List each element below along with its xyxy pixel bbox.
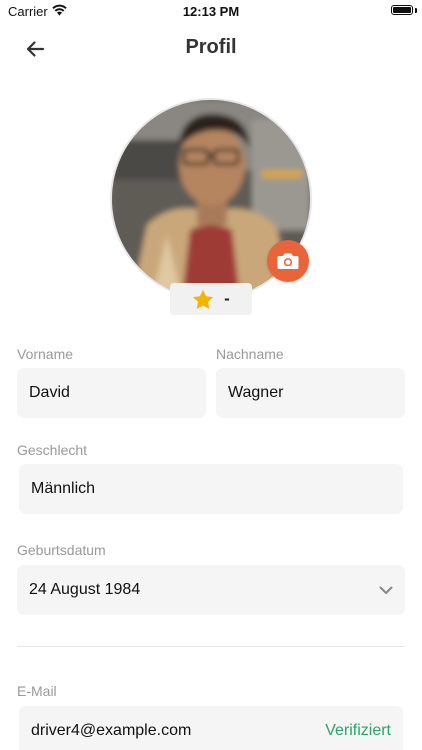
status-bar: Carrier 12:13 PM — [0, 0, 422, 24]
first-name-value: David — [29, 384, 70, 401]
gender-value: Männlich — [31, 480, 96, 497]
page-title: Profil — [185, 36, 237, 58]
rating-value: - — [224, 289, 230, 308]
last-name-field[interactable]: Wagner — [216, 368, 405, 418]
rating-badge: - — [170, 283, 252, 315]
gender-label: Geschlecht — [17, 442, 88, 458]
first-name-label: Vorname — [17, 346, 74, 362]
camera-icon — [277, 253, 299, 269]
clock: 12:13 PM — [182, 4, 240, 19]
email-field[interactable]: driver4@example.com Verifiziert — [19, 706, 403, 750]
profile-screen: Carrier 12:13 PM Profil - Vorname David … — [0, 0, 422, 750]
birthdate-select[interactable]: 24 August 1984 — [17, 565, 405, 615]
birthdate-value: 24 August 1984 — [29, 581, 141, 598]
email-label: E-Mail — [17, 683, 57, 699]
chevron-down-icon — [379, 586, 393, 594]
last-name-label: Nachname — [216, 346, 284, 362]
birthdate-label: Geburtsdatum — [17, 542, 106, 558]
battery-icon — [391, 5, 413, 15]
email-value: driver4@example.com — [31, 722, 192, 739]
section-divider — [17, 646, 405, 647]
first-name-field[interactable]: David — [17, 368, 206, 418]
battery-tip — [415, 8, 417, 13]
star-icon — [193, 289, 214, 309]
gender-select[interactable]: Männlich — [19, 464, 403, 514]
last-name-value: Wagner — [228, 384, 284, 401]
change-photo-button[interactable] — [267, 240, 309, 282]
email-verified-badge: Verifiziert — [325, 722, 391, 739]
